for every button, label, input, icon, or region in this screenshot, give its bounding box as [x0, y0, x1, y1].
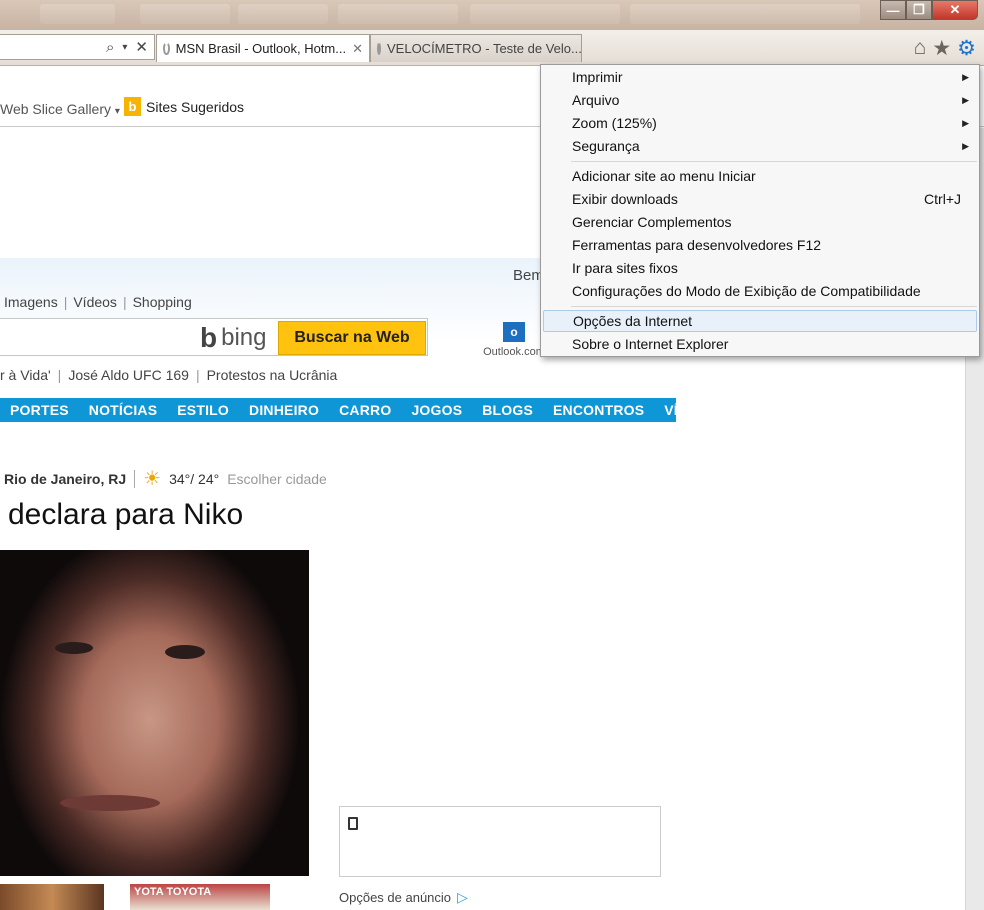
link-shopping[interactable]: Shopping — [133, 294, 192, 310]
trending-item[interactable]: José Aldo UFC 169 — [68, 367, 189, 383]
menu-item-exibir-downloads[interactable]: Exibir downloads Ctrl+J — [543, 188, 977, 210]
gear-icon[interactable]: ⚙ — [957, 36, 976, 61]
nav-estilo[interactable]: ESTILO — [167, 402, 239, 418]
headline-photo[interactable] — [0, 550, 309, 876]
sites-sugeridos-link[interactable]: b Sites Sugeridos — [124, 97, 244, 116]
link-imagens[interactable]: Imagens — [4, 294, 58, 310]
menu-item-sites-fixos[interactable]: Ir para sites fixos — [543, 257, 977, 279]
top-links: Imagens | Vídeos | Shopping — [4, 294, 192, 310]
menu-item-ferramentas-f12[interactable]: Ferramentas para desenvolvedores F12 — [543, 234, 977, 256]
submenu-arrow-icon: ▶ — [962, 71, 969, 82]
sun-icon: ☀ — [143, 468, 162, 490]
photo-detail — [165, 645, 205, 659]
nav-dinheiro[interactable]: DINHEIRO — [239, 402, 329, 418]
bing-logo: b bing — [200, 322, 267, 353]
tab-velocimetro[interactable]: VELOCÍMETRO - Teste de Velo... — [370, 34, 582, 62]
menu-item-seguranca[interactable]: Segurança ▶ — [543, 135, 977, 157]
link-videos[interactable]: Vídeos — [73, 294, 117, 310]
menu-item-adicionar-site[interactable]: Adicionar site ao menu Iniciar — [543, 165, 977, 187]
submenu-arrow-icon: ▶ — [962, 94, 969, 105]
search-icon[interactable]: ⌕ — [106, 39, 114, 56]
outlook-icon: o — [503, 322, 525, 342]
tab-close-icon[interactable]: ✕ — [352, 41, 363, 57]
nav-video[interactable]: VÍDEO — [654, 402, 719, 418]
web-slice-gallery-link[interactable]: Web Slice Gallery ▾ — [0, 101, 120, 117]
dropdown-arrow-icon[interactable]: ▾ — [122, 42, 127, 53]
bing-icon: b — [124, 97, 141, 116]
menu-separator — [571, 306, 977, 307]
submenu-arrow-icon: ▶ — [962, 117, 969, 128]
photo-detail — [55, 642, 93, 654]
section-nav: PORTES NOTÍCIAS ESTILO DINHEIRO CARRO JO… — [0, 398, 709, 422]
weather-widget: Rio de Janeiro, RJ ☀ 34°/ 24° Escolher c… — [4, 466, 327, 491]
menu-item-opcoes-internet[interactable]: Opções da Internet — [543, 310, 977, 332]
thumbnail-image[interactable]: YOTA TOYOTA — [130, 884, 270, 910]
menu-item-arquivo[interactable]: Arquivo ▶ — [543, 89, 977, 111]
background-tab-ghost — [338, 4, 458, 24]
shortcut-label: Ctrl+J — [924, 191, 961, 207]
tab-msn[interactable]: MSN Brasil - Outlook, Hotm... ✕ — [156, 34, 370, 62]
background-tab-ghost — [470, 4, 620, 24]
trending-item[interactable]: r à Vida' — [0, 367, 51, 383]
loading-icon — [377, 42, 381, 55]
background-tab-ghost — [630, 4, 860, 24]
background-tab-ghost — [140, 4, 230, 24]
nav-noticias[interactable]: NOTÍCIAS — [79, 402, 168, 418]
menu-item-compatibilidade[interactable]: Configurações do Modo de Exibição de Com… — [543, 280, 977, 302]
close-button[interactable]: ✕ — [932, 0, 978, 20]
submenu-arrow-icon: ▶ — [962, 140, 969, 151]
nav-esportes[interactable]: PORTES — [0, 402, 79, 418]
title-bar: — ❐ ✕ — [0, 0, 984, 30]
divider — [134, 469, 136, 488]
nav-carro[interactable]: CARRO — [329, 402, 401, 418]
nav-blogs[interactable]: BLOGS — [472, 402, 543, 418]
address-tab-row: ⌕ ▾ ✕ MSN Brasil - Outlook, Hotm... ✕ VE… — [0, 30, 984, 66]
home-icon[interactable]: ⌂ — [914, 36, 927, 61]
menu-item-gerenciar-complementos[interactable]: Gerenciar Complementos — [543, 211, 977, 233]
menu-separator — [571, 161, 977, 162]
trending-item[interactable]: Protestos na Ucrânia — [207, 367, 338, 383]
loading-icon — [163, 42, 170, 55]
search-button[interactable]: Buscar na Web — [278, 321, 426, 355]
tools-menu: Imprimir ▶ Arquivo ▶ Zoom (125%) ▶ Seguranç… — [540, 64, 980, 357]
address-bar[interactable]: ⌕ ▾ ✕ — [0, 34, 155, 60]
adchoices-icon: ▷ — [457, 889, 468, 905]
menu-item-zoom[interactable]: Zoom (125%) ▶ — [543, 112, 977, 134]
minimize-button[interactable]: — — [880, 0, 906, 20]
toolbar-icons: ⌂ ★ ⚙ — [914, 36, 976, 61]
headline[interactable]: declara para Niko — [8, 498, 243, 532]
trending-links: r à Vida' | José Aldo UFC 169 | Protestos na… — [0, 367, 338, 383]
choose-city-link[interactable]: Escolher cidade — [227, 471, 327, 487]
weather-temp: 34°/ 24° — [169, 470, 220, 487]
nav-jogos[interactable]: JOGOS — [401, 402, 472, 418]
background-tab-ghost — [40, 4, 115, 24]
window-controls: — ❐ ✕ — [880, 0, 978, 20]
maximize-button[interactable]: ❐ — [906, 0, 932, 20]
ad-box[interactable] — [339, 806, 661, 877]
ad-placeholder-icon — [348, 817, 358, 830]
menu-item-imprimir[interactable]: Imprimir ▶ — [543, 66, 977, 88]
background-tab-ghost — [238, 4, 328, 24]
photo-detail — [60, 795, 160, 811]
tab-label: MSN Brasil - Outlook, Hotm... — [175, 41, 347, 56]
weather-city[interactable]: Rio de Janeiro, RJ — [4, 471, 126, 487]
menu-item-sobre-ie[interactable]: Sobre o Internet Explorer — [543, 333, 977, 355]
nav-encontros[interactable]: ENCONTROS — [543, 402, 654, 418]
ad-options[interactable]: Opções de anúncio ▷ — [339, 889, 468, 906]
thumbnail-image[interactable] — [0, 884, 104, 910]
outlook-link[interactable]: o Outlook.com — [482, 322, 546, 358]
stop-icon[interactable]: ✕ — [135, 38, 148, 56]
tab-label: VELOCÍMETRO - Teste de Velo... — [387, 41, 582, 56]
star-icon[interactable]: ★ — [932, 36, 951, 61]
